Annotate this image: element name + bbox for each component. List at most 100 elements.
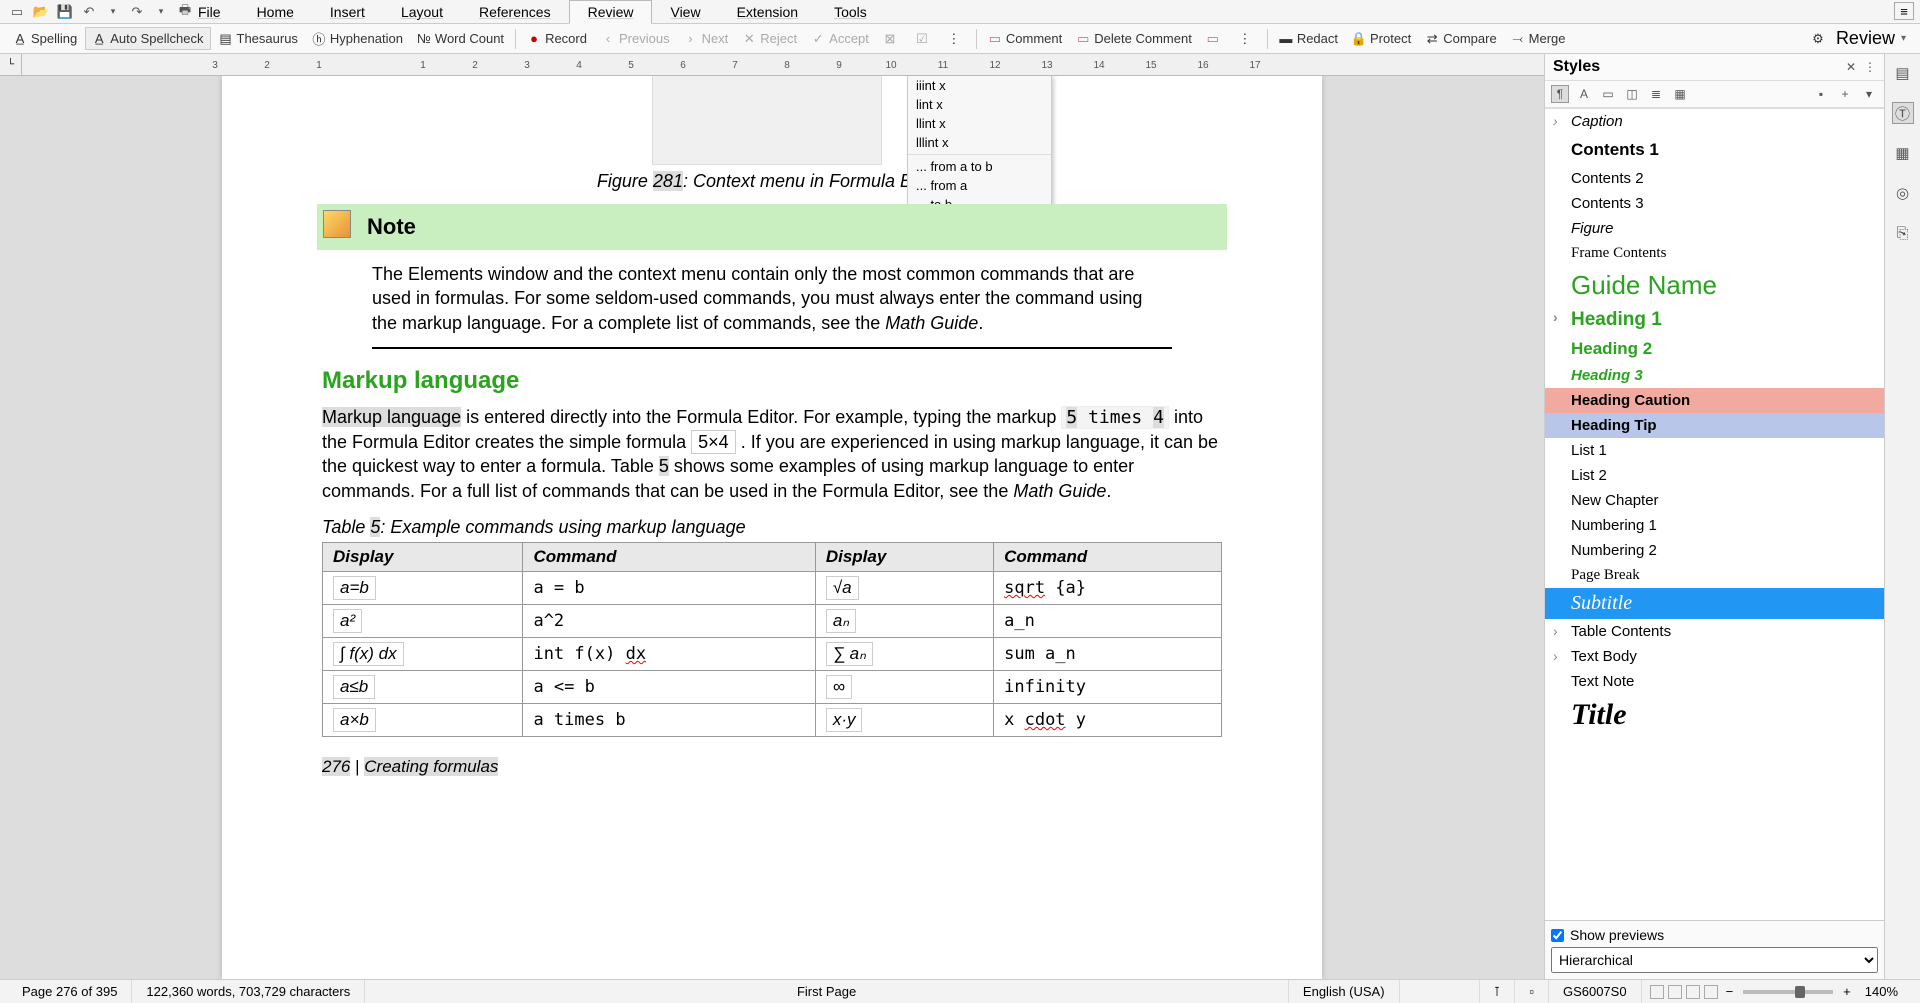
zoom-slider[interactable] [1743,990,1833,994]
page-icon[interactable]: ⎘ [1892,222,1914,244]
status-zoom[interactable]: 140% [1851,980,1912,1003]
ruler-corner[interactable]: └ [0,54,22,76]
navigator-icon[interactable]: ◎ [1892,182,1914,204]
page-styles-icon[interactable]: ◫ [1623,85,1641,103]
statusbar: Page 276 of 395 122,360 words, 703,729 c… [0,979,1920,1003]
style-item[interactable]: Text Note [1545,669,1884,694]
reject-all-icon[interactable]: ⊠ [877,29,907,49]
status-insert-mode[interactable] [1400,980,1480,1003]
list-styles-icon[interactable]: ≣ [1647,85,1665,103]
styles-list[interactable]: CaptionContents 1Contents 2Contents 3Fig… [1545,108,1884,920]
style-item[interactable]: Heading 3 [1545,363,1884,388]
style-item[interactable]: Heading Tip [1545,413,1884,438]
comments-dropdown-icon[interactable]: ⋮ [1232,29,1262,49]
redo-dropdown-icon[interactable]: ▾ [152,3,170,21]
review-dropdown[interactable]: Review [1836,28,1906,49]
zoom-out-icon[interactable]: − [1726,984,1734,999]
style-item[interactable]: Heading 2 [1545,335,1884,363]
compare-button[interactable]: ⇄Compare [1419,28,1502,49]
menu-references[interactable]: References [461,1,569,23]
properties-icon[interactable]: ▤ [1892,62,1914,84]
style-item[interactable]: Table Contents [1545,619,1884,644]
table-styles-icon[interactable]: ▦ [1671,85,1689,103]
status-pagestyle[interactable]: First Page [365,980,1289,1003]
style-item[interactable]: Caption [1545,109,1884,134]
accept-button[interactable]: ✓Accept [805,28,875,49]
status-wordcount[interactable]: 122,360 words, 703,729 characters [132,980,365,1003]
wordcount-button[interactable]: №Word Count [411,28,510,49]
gallery-icon[interactable]: ▦ [1892,142,1914,164]
delete-comment-button[interactable]: ▭Delete Comment [1070,28,1198,49]
style-item[interactable]: Numbering 2 [1545,538,1884,563]
frame-styles-icon[interactable]: ▭ [1599,85,1617,103]
style-item[interactable]: Contents 1 [1545,134,1884,166]
settings-icon[interactable]: ⚙ [1805,29,1835,49]
style-item[interactable]: Page Break [1545,563,1884,588]
spelling-button[interactable]: A̲Spelling [7,28,83,49]
style-item[interactable]: Heading Caution [1545,388,1884,413]
redo-icon[interactable]: ↷ [128,3,146,21]
menu-review[interactable]: Review [569,0,653,24]
markup-table: Display Command Display Command a=b a = … [322,542,1222,737]
show-previews-checkbox[interactable]: Show previews [1551,927,1878,943]
menu-file[interactable]: File [180,1,239,23]
redact-button[interactable]: ▬Redact [1273,28,1344,49]
record-button[interactable]: ●Record [521,28,593,49]
menu-layout[interactable]: Layout [383,1,461,23]
next-button[interactable]: ›Next [678,28,735,49]
menu-view[interactable]: View [652,1,718,23]
accept-all-icon[interactable]: ☑ [909,29,939,49]
styles-icon[interactable]: Ⓣ [1892,102,1914,124]
menu-insert[interactable]: Insert [312,1,383,23]
undo-dropdown-icon[interactable]: ▾ [104,3,122,21]
open-icon[interactable]: 📂 [32,3,50,21]
paragraph-styles-icon[interactable]: ¶ [1551,85,1569,103]
style-item[interactable]: Title [1545,694,1884,736]
previous-button[interactable]: ‹Previous [595,28,676,49]
page-scroll[interactable]: iiint x lint x llint x lllint x ... from… [0,76,1544,979]
protect-button[interactable]: 🔒Protect [1346,28,1417,49]
thesaurus-button[interactable]: ▤Thesaurus [213,28,304,49]
undo-icon[interactable]: ↶ [80,3,98,21]
style-item[interactable]: List 1 [1545,438,1884,463]
panel-menu-icon[interactable]: ⋮ [1864,60,1876,74]
comment-button[interactable]: ▭Comment [982,28,1068,49]
style-item[interactable]: Contents 2 [1545,166,1884,191]
reject-button[interactable]: ✕Reject [736,28,803,49]
style-item[interactable]: List 2 [1545,463,1884,488]
menu-home[interactable]: Home [239,1,312,23]
style-item[interactable]: New Chapter [1545,488,1884,513]
status-language[interactable]: English (USA) [1289,980,1400,1003]
close-panel-icon[interactable]: ✕ [1846,60,1856,74]
merge-button[interactable]: ⤙Merge [1505,28,1572,49]
save-icon[interactable]: 💾 [56,3,74,21]
style-filter-select[interactable]: Hierarchical [1551,947,1878,973]
style-item[interactable]: Frame Contents [1545,241,1884,266]
style-actions-dropdown-icon[interactable]: ▾ [1860,85,1878,103]
character-styles-icon[interactable]: A [1575,85,1593,103]
menu-tools[interactable]: Tools [816,1,885,23]
autospell-button[interactable]: A̲Auto Spellcheck [85,27,210,50]
menubar: FileHomeInsertLayoutReferencesReviewView… [180,0,885,24]
horizontal-ruler[interactable]: 3211234567891011121314151617 [22,54,1544,76]
zoom-in-icon[interactable]: + [1843,984,1851,999]
status-signature[interactable]: ▫ [1515,980,1549,1003]
comment-extra-icon[interactable]: ▭ [1200,29,1230,49]
status-selection-mode[interactable]: ⊺ [1480,980,1516,1003]
new-style-icon[interactable]: + [1836,85,1854,103]
style-item[interactable]: Subtitle [1545,588,1884,619]
style-item[interactable]: Figure [1545,216,1884,241]
hyphenation-button[interactable]: ⓗHyphenation [306,28,409,49]
status-page[interactable]: Page 276 of 395 [8,980,132,1003]
menu-extension[interactable]: Extension [719,1,816,23]
changes-dropdown-icon[interactable]: ⋮ [941,29,971,49]
style-item[interactable]: Heading 1 [1545,305,1884,335]
new-doc-icon[interactable]: ▭ [8,3,26,21]
style-item[interactable]: Contents 3 [1545,191,1884,216]
style-item[interactable]: Text Body [1545,644,1884,669]
style-item[interactable]: Numbering 1 [1545,513,1884,538]
style-item[interactable]: Guide Name [1545,266,1884,305]
view-mode-icons[interactable] [1642,985,1726,999]
hamburger-icon[interactable]: ≡ [1894,2,1914,20]
fill-format-icon[interactable]: ▪ [1812,85,1830,103]
